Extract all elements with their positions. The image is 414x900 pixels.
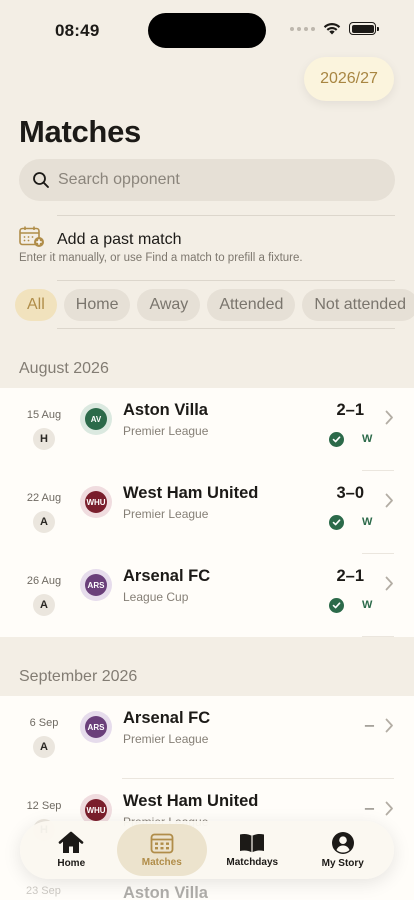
status-icons	[290, 22, 379, 35]
section-header-august: August 2026	[19, 360, 109, 377]
match-list-august: 15 Aug H AV Aston Villa Premier League 2…	[0, 388, 414, 637]
competition: Premier League	[123, 732, 209, 746]
team-name: Aston Villa	[123, 884, 208, 900]
team-name: Arsenal FC	[123, 567, 211, 585]
match-score: –	[364, 799, 374, 817]
chevron-right-icon	[385, 493, 393, 508]
tab-matches[interactable]: Matches	[116, 824, 207, 876]
match-row[interactable]: 6 Sep A ARS Arsenal FC Premier League –	[0, 696, 414, 779]
venue-badge: A	[33, 594, 55, 616]
competition: Premier League	[123, 424, 209, 438]
club-crest: AV	[80, 403, 112, 435]
filter-away[interactable]: Away	[137, 289, 201, 321]
tab-matchdays[interactable]: Matchdays	[207, 824, 298, 876]
search-input[interactable]	[58, 171, 358, 189]
calendar-icon	[150, 833, 174, 854]
chevron-right-icon	[385, 410, 393, 425]
season-selector[interactable]: 2026/27	[304, 57, 394, 101]
crest-text: ARS	[85, 574, 107, 596]
team-name: West Ham United	[123, 484, 259, 502]
divider	[57, 280, 395, 281]
chevron-right-icon	[385, 576, 393, 591]
team-name: Arsenal FC	[123, 709, 211, 727]
tab-label: Home	[57, 858, 86, 869]
team-name: Aston Villa	[123, 401, 208, 419]
search-bar[interactable]	[19, 159, 395, 201]
attended-check-icon	[329, 598, 344, 613]
result-label: W	[362, 599, 373, 611]
wifi-icon	[323, 23, 341, 35]
crest-text: WHU	[85, 491, 107, 513]
crest-text: AV	[85, 408, 107, 430]
match-row-partial: 23 Sep Aston Villa	[0, 878, 414, 900]
filter-all[interactable]: All	[15, 289, 57, 321]
row-separator	[362, 636, 394, 637]
competition: Premier League	[123, 507, 209, 521]
match-date: 26 Aug	[26, 575, 62, 587]
divider	[57, 328, 395, 329]
status-bar: 08:49	[0, 0, 414, 60]
tab-label: Matchdays	[226, 857, 279, 868]
venue-badge: A	[33, 736, 55, 758]
divider	[57, 215, 395, 216]
match-score: 3–0	[336, 484, 364, 502]
match-date: 15 Aug	[26, 409, 62, 421]
chevron-right-icon	[385, 718, 393, 733]
match-row[interactable]: 15 Aug H AV Aston Villa Premier League 2…	[0, 388, 414, 471]
filter-home[interactable]: Home	[63, 289, 131, 321]
battery-icon	[349, 22, 379, 35]
page-title: Matches	[19, 114, 141, 149]
filter-chips: All Home Away Attended Not attended	[15, 289, 414, 321]
match-row[interactable]: 22 Aug A WHU West Ham United Premier Lea…	[0, 471, 414, 554]
result-label: W	[362, 433, 373, 445]
dynamic-island	[148, 13, 266, 48]
calendar-add-icon	[19, 226, 44, 247]
competition: League Cup	[123, 590, 189, 604]
tab-bar: Home Matches Matchdays My Story	[20, 821, 394, 879]
match-score: –	[364, 716, 374, 734]
home-icon	[58, 831, 84, 853]
crest-text: WHU	[85, 799, 107, 821]
club-crest: ARS	[80, 711, 112, 743]
match-date: 22 Aug	[26, 492, 62, 504]
tab-my-story[interactable]: My Story	[298, 824, 389, 876]
result-label: W	[362, 516, 373, 528]
match-date: 12 Sep	[26, 800, 62, 812]
match-date: 23 Sep	[26, 885, 61, 897]
filter-attended[interactable]: Attended	[207, 289, 296, 321]
venue-badge: A	[33, 511, 55, 533]
attended-check-icon	[329, 515, 344, 530]
match-score: 2–1	[336, 567, 364, 585]
add-past-match-subtitle: Enter it manually, or use Find a match t…	[19, 252, 303, 264]
tab-home[interactable]: Home	[26, 824, 117, 876]
club-crest: ARS	[80, 569, 112, 601]
match-date: 6 Sep	[29, 717, 59, 729]
search-icon	[33, 172, 49, 188]
chevron-right-icon	[385, 801, 393, 816]
status-time: 08:49	[55, 21, 100, 40]
venue-badge: H	[33, 428, 55, 450]
signal-icon	[290, 26, 315, 31]
club-crest: WHU	[80, 486, 112, 518]
add-past-match-title: Add a past match	[57, 231, 182, 248]
book-icon	[240, 833, 265, 853]
match-score: 2–1	[336, 401, 364, 419]
attended-check-icon	[329, 432, 344, 447]
tab-label: My Story	[321, 858, 364, 869]
filter-not-attended[interactable]: Not attended	[302, 289, 414, 321]
section-header-september: September 2026	[19, 668, 138, 685]
team-name: West Ham United	[123, 792, 259, 810]
tab-label: Matches	[141, 857, 182, 868]
person-icon	[331, 832, 354, 854]
crest-text: ARS	[85, 716, 107, 738]
match-row[interactable]: 26 Aug A ARS Arsenal FC League Cup 2–1 W	[0, 554, 414, 637]
